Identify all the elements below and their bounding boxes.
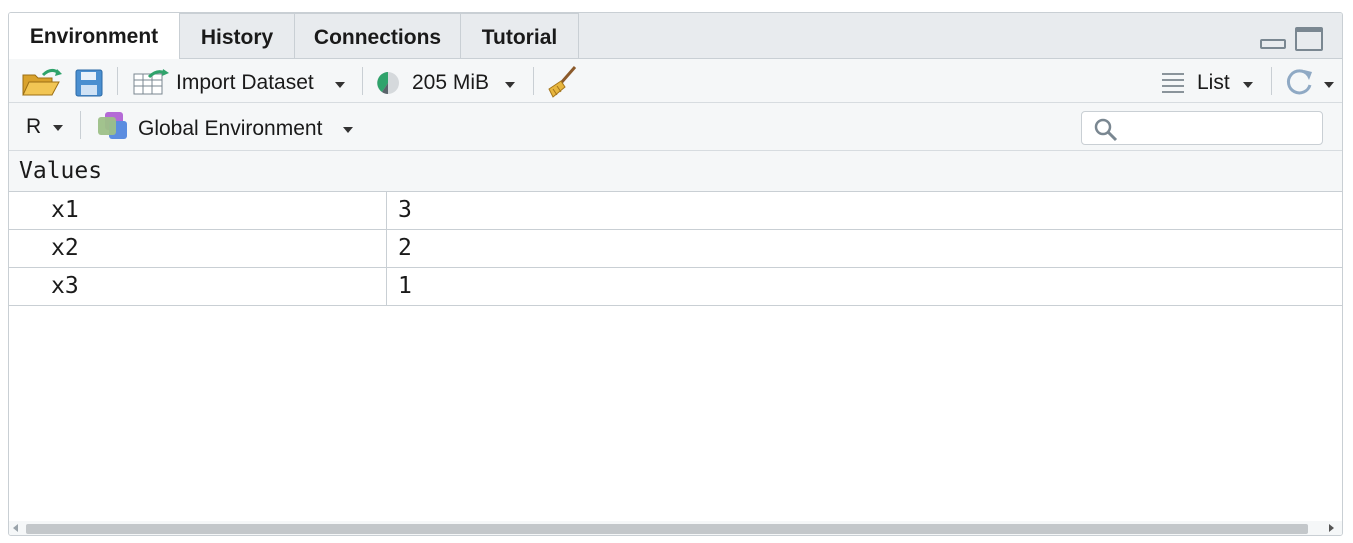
horizontal-scrollbar[interactable] (9, 521, 1342, 535)
tab-history[interactable]: History (180, 13, 295, 58)
scroll-left-icon[interactable] (13, 524, 18, 532)
column-separator (386, 230, 387, 267)
language-selector[interactable]: R (26, 115, 41, 139)
column-separator (386, 268, 387, 305)
memory-usage-icon[interactable] (376, 71, 400, 95)
language-dropdown-icon[interactable] (53, 125, 63, 131)
environment-dropdown-icon[interactable] (343, 127, 353, 133)
variable-name: x2 (51, 235, 79, 261)
open-workspace-icon[interactable] (21, 67, 63, 97)
variable-value: 3 (398, 197, 412, 223)
table-row[interactable]: x2 2 (9, 230, 1342, 268)
table-row[interactable]: x3 1 (9, 268, 1342, 306)
variable-value: 1 (398, 273, 412, 299)
environment-selector[interactable]: Global Environment (138, 117, 322, 141)
toolbar-separator (1271, 67, 1272, 95)
tab-connections[interactable]: Connections (295, 13, 461, 58)
import-dataset-icon[interactable] (133, 69, 171, 95)
import-dataset-button[interactable]: Import Dataset (176, 71, 314, 95)
import-dataset-dropdown-icon[interactable] (335, 82, 345, 88)
environment-toolbar: Import Dataset 205 MiB List (9, 59, 1342, 103)
tab-tutorial[interactable]: Tutorial (461, 13, 579, 58)
toolbar-separator (362, 67, 363, 95)
table-row[interactable]: x1 3 (9, 192, 1342, 230)
column-separator (386, 192, 387, 229)
tab-environment[interactable]: Environment (9, 13, 180, 59)
view-mode-dropdown-icon[interactable] (1243, 82, 1253, 88)
search-box (1081, 111, 1323, 145)
environment-pane: Environment History Connections Tutorial (8, 12, 1343, 536)
variable-value: 2 (398, 235, 412, 261)
variable-name: x1 (51, 197, 79, 223)
search-icon (1094, 118, 1118, 142)
memory-usage-button[interactable]: 205 MiB (412, 71, 489, 95)
scrollbar-thumb[interactable] (26, 524, 1308, 534)
view-mode-button[interactable]: List (1197, 71, 1230, 95)
refresh-icon[interactable] (1284, 67, 1316, 97)
variable-name: x3 (51, 273, 79, 299)
save-workspace-icon[interactable] (75, 69, 103, 97)
search-input[interactable] (1122, 116, 1316, 142)
global-environment-icon (98, 112, 127, 139)
maximize-pane-button[interactable] (1295, 27, 1323, 51)
list-view-icon[interactable] (1161, 71, 1185, 93)
memory-usage-dropdown-icon[interactable] (505, 82, 515, 88)
toolbar-separator (80, 111, 81, 139)
refresh-dropdown-icon[interactable] (1324, 82, 1334, 88)
tab-bar: Environment History Connections Tutorial (9, 13, 1342, 59)
minimize-pane-button[interactable] (1260, 39, 1286, 49)
values-table: x1 3 x2 2 x3 1 (9, 192, 1342, 306)
scroll-right-icon[interactable] (1329, 524, 1334, 532)
environment-selector-bar: R Global Environment (9, 103, 1342, 151)
values-section-header[interactable]: Values (9, 151, 1342, 192)
toolbar-separator (533, 67, 534, 95)
toolbar-separator (117, 67, 118, 95)
clear-workspace-broom-icon[interactable] (547, 65, 579, 99)
